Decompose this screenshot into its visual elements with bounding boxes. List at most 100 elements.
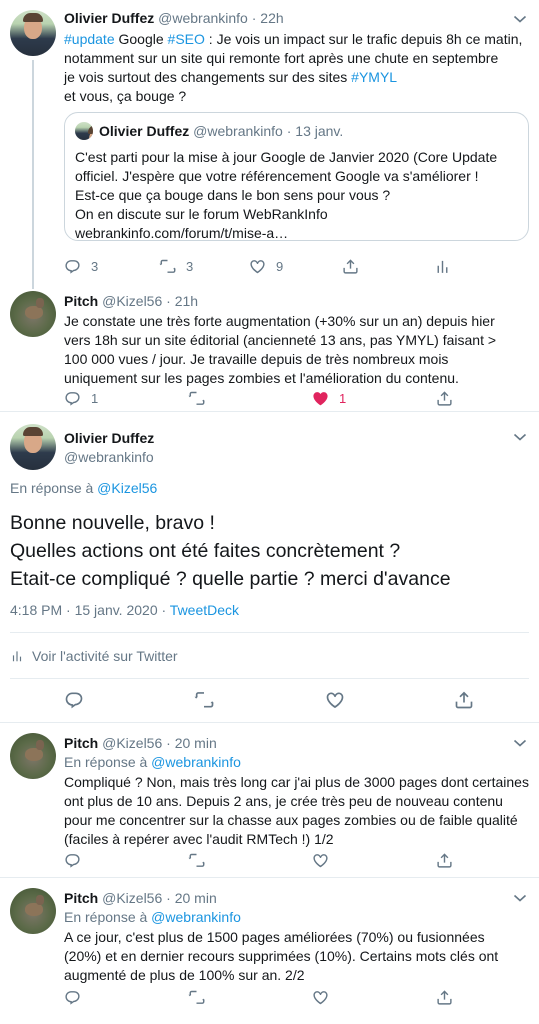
- reply-icon: [64, 989, 81, 1006]
- retweet-icon: [188, 390, 205, 407]
- retweet-button[interactable]: [188, 987, 205, 1007]
- divider: [10, 678, 529, 679]
- reply-context: En réponse à @webrankinfo: [64, 909, 241, 925]
- reply-button[interactable]: 1: [64, 388, 98, 408]
- avatar[interactable]: [10, 424, 56, 470]
- share-icon: [436, 989, 453, 1006]
- reply-prefix: En réponse à: [10, 480, 98, 496]
- avatar[interactable]: [10, 10, 56, 56]
- like-button[interactable]: [325, 690, 345, 710]
- thread-line: [32, 60, 34, 283]
- avatar: [75, 122, 93, 140]
- tweet-text: #update Google #SEO : Je vois un impact …: [64, 30, 527, 106]
- main-tweet: Olivier Duffez @webrankinfo En réponse à…: [0, 412, 539, 722]
- chevron-down-icon[interactable]: [513, 738, 527, 748]
- tweet-actions: 3 3 9: [64, 256, 464, 276]
- text-part: et vous, ça bouge ?: [64, 88, 187, 104]
- share-button[interactable]: [342, 256, 359, 276]
- tweet-time[interactable]: · 21h: [166, 293, 198, 309]
- reply-to-link[interactable]: @webrankinfo: [151, 909, 241, 925]
- reply-count: 1: [91, 390, 99, 406]
- chevron-down-icon[interactable]: [513, 893, 527, 903]
- author-handle[interactable]: @webrankinfo: [158, 10, 248, 26]
- retweet-button[interactable]: 3: [159, 256, 193, 276]
- divider: [10, 632, 529, 633]
- tweet-time[interactable]: · 20 min: [166, 890, 217, 906]
- reply-context: En réponse à @webrankinfo: [64, 754, 241, 770]
- activity-label: Voir l'activité sur Twitter: [32, 648, 178, 664]
- share-button[interactable]: [436, 388, 453, 408]
- reply-button[interactable]: [64, 690, 84, 710]
- text-line: Bonne nouvelle, bravo !: [10, 512, 215, 534]
- tweet-actions: [64, 850, 464, 870]
- chevron-down-icon[interactable]: [513, 14, 527, 24]
- like-button[interactable]: 1: [312, 388, 346, 408]
- avatar[interactable]: [10, 291, 56, 337]
- tweet-olivier-update[interactable]: Olivier Duffez @webrankinfo · 22h #updat…: [0, 0, 539, 283]
- retweet-count: 3: [186, 258, 194, 274]
- retweet-button[interactable]: [188, 850, 205, 870]
- tweet-pitch-augmentation[interactable]: Pitch @Kizel56 · 21h Je constate une trè…: [0, 283, 539, 411]
- reply-icon: [64, 390, 81, 407]
- tweet-time[interactable]: · 22h: [252, 10, 284, 26]
- reply-to-link[interactable]: @webrankinfo: [151, 754, 241, 770]
- like-button[interactable]: 9: [249, 256, 283, 276]
- avatar[interactable]: [10, 888, 56, 934]
- source-link[interactable]: TweetDeck: [170, 602, 239, 618]
- like-filled-icon: [312, 390, 329, 407]
- like-button[interactable]: [312, 850, 329, 870]
- reply-icon: [64, 852, 81, 869]
- quoted-line: C'est parti pour la mise à jour Google d…: [75, 149, 498, 165]
- tweet-actions: 1 1: [64, 388, 464, 408]
- author-name[interactable]: Pitch: [64, 890, 98, 906]
- author-name[interactable]: Olivier Duffez: [64, 430, 154, 446]
- share-button[interactable]: [436, 850, 453, 870]
- hashtag-update[interactable]: #update: [64, 31, 115, 47]
- activity-link[interactable]: Voir l'activité sur Twitter: [10, 648, 178, 664]
- hashtag-seo[interactable]: #SEO: [168, 31, 205, 47]
- reply-to-link[interactable]: @Kizel56: [97, 480, 157, 496]
- reply-tweet-2[interactable]: Pitch @Kizel56 · 20 min En réponse à @we…: [0, 878, 539, 1024]
- author-name[interactable]: Pitch: [64, 735, 98, 751]
- tweet-time[interactable]: · 20 min: [166, 735, 217, 751]
- thread-line: [32, 283, 34, 289]
- author-name[interactable]: Pitch: [64, 293, 98, 309]
- retweet-button[interactable]: [194, 690, 214, 710]
- author-name[interactable]: Olivier Duffez: [64, 10, 154, 26]
- chevron-down-icon[interactable]: [513, 432, 527, 442]
- like-count: 1: [339, 390, 347, 406]
- reply-count: 3: [91, 258, 99, 274]
- reply-icon: [64, 690, 84, 710]
- hashtag-ymyl[interactable]: #YMYL: [351, 69, 397, 85]
- tweet-text: A ce jour, c'est plus de 1500 pages amél…: [64, 929, 499, 983]
- reply-tweet-1[interactable]: Pitch @Kizel56 · 20 min En réponse à @we…: [0, 723, 539, 877]
- share-icon: [436, 390, 453, 407]
- author-handle[interactable]: @webrankinfo: [64, 449, 154, 465]
- tweet-text: Je constate une très forte augmentation …: [64, 313, 497, 386]
- reply-button[interactable]: [64, 987, 81, 1007]
- like-count: 9: [276, 258, 284, 274]
- like-button[interactable]: [312, 987, 329, 1007]
- tweet-header: Pitch @Kizel56 · 20 min: [64, 890, 217, 906]
- reply-button[interactable]: [64, 850, 81, 870]
- author-handle[interactable]: @Kizel56: [102, 735, 162, 751]
- like-icon: [325, 690, 345, 710]
- tweet-header: Olivier Duffez @webrankinfo: [64, 430, 154, 465]
- quoted-tweet[interactable]: Olivier Duffez @webrankinfo · 13 janv. C…: [64, 112, 529, 241]
- share-button[interactable]: [454, 690, 474, 710]
- avatar[interactable]: [10, 733, 56, 779]
- author-handle[interactable]: @Kizel56: [102, 293, 162, 309]
- retweet-button[interactable]: [188, 388, 205, 408]
- quoted-link[interactable]: webrankinfo.com/forum/t/mise-a…: [75, 224, 518, 243]
- reply-button[interactable]: 3: [64, 256, 98, 276]
- like-icon: [312, 989, 329, 1006]
- retweet-icon: [159, 258, 176, 275]
- share-button[interactable]: [436, 987, 453, 1007]
- timestamp[interactable]: 4:18 PM · 15 janv. 2020 ·: [10, 602, 170, 618]
- share-icon: [454, 690, 474, 710]
- tweet-header: Olivier Duffez @webrankinfo · 22h: [64, 10, 284, 26]
- analytics-button[interactable]: [434, 256, 451, 276]
- author-handle[interactable]: @Kizel56: [102, 890, 162, 906]
- tweet-text: Compliqué ? Non, mais très long car j'ai…: [64, 774, 529, 847]
- reply-icon: [64, 258, 81, 275]
